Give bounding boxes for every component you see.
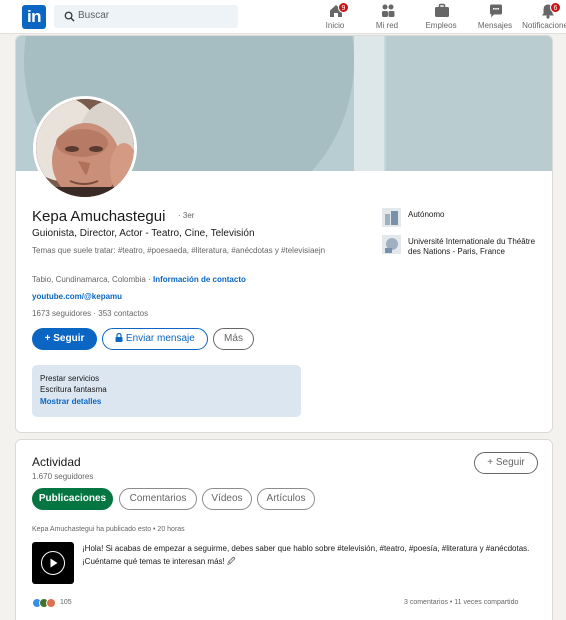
- search-icon: [64, 11, 75, 22]
- nav-item-notifications[interactable]: 6 Notificaciones: [522, 2, 566, 33]
- contact-info-link[interactable]: Información de contacto: [153, 275, 246, 284]
- connections-count[interactable]: · 353 contactos: [93, 309, 148, 318]
- post-video-thumbnail[interactable]: [32, 542, 74, 584]
- activity-title: Actividad: [32, 455, 81, 469]
- school-logo-icon: [382, 235, 401, 254]
- linkedin-logo[interactable]: in: [22, 5, 46, 29]
- education-name: Université Internationale du Théâtre des…: [408, 237, 536, 256]
- follow-button[interactable]: + Seguir: [32, 328, 97, 350]
- message-button-label: Enviar mensaje: [125, 333, 195, 344]
- message-button[interactable]: Enviar mensaje: [102, 328, 208, 350]
- play-icon: [41, 551, 65, 575]
- tab-videos[interactable]: Vídeos: [202, 488, 252, 510]
- notifications-badge: 6: [550, 2, 561, 13]
- search-input[interactable]: Buscar: [54, 5, 238, 28]
- love-reaction-icon: [46, 598, 56, 608]
- followers-count[interactable]: 1673 seguidores: [32, 309, 91, 318]
- services-title: Prestar servicios: [40, 374, 100, 383]
- chat-icon: [490, 4, 502, 18]
- website-link[interactable]: youtube.com/@kepamu: [32, 292, 122, 301]
- profile-avatar[interactable]: [33, 96, 137, 200]
- connection-degree: · 3er: [178, 211, 195, 220]
- tab-comentarios[interactable]: Comentarios: [119, 488, 197, 510]
- activity-follow-button[interactable]: + Seguir: [474, 452, 538, 474]
- profile-stats: 1673 seguidores · 353 contactos: [32, 309, 148, 318]
- location-text: Tabio, Cundinamarca, Colombia ·: [32, 275, 151, 284]
- nav-item-network[interactable]: Mi red: [362, 3, 412, 33]
- reactions-count: 105: [60, 599, 72, 606]
- experience-name: Autónomo: [408, 210, 445, 219]
- post-text[interactable]: ¡Hola! Si acabas de empezar a seguirme, …: [82, 542, 540, 568]
- profile-location: Tabio, Cundinamarca, Colombia · Informac…: [32, 275, 246, 284]
- network-icon: [382, 4, 395, 17]
- nav-item-messages[interactable]: Mensajes: [470, 3, 520, 33]
- more-button[interactable]: Más: [213, 328, 254, 350]
- profile-headline: Guionista, Director, Actor - Teatro, Cin…: [32, 228, 255, 239]
- company-logo-icon: [382, 208, 401, 227]
- top-nav: in Buscar 9 Inicio Mi red Empleos Mensaj…: [0, 0, 566, 34]
- nav-item-jobs[interactable]: Empleos: [416, 3, 466, 33]
- nav-item-home[interactable]: 9 Inicio: [310, 2, 360, 33]
- lock-icon: [115, 332, 123, 342]
- profile-card: Kepa Amuchastegui · 3er Guionista, Direc…: [15, 35, 553, 433]
- profile-photo: [36, 99, 134, 197]
- briefcase-icon: [435, 3, 449, 17]
- tab-publicaciones[interactable]: Publicaciones: [32, 488, 113, 510]
- nav-label-notifications: Notificaciones: [522, 21, 566, 30]
- show-details-link[interactable]: Mostrar detalles: [40, 397, 101, 406]
- nav-label-jobs: Empleos: [425, 21, 457, 30]
- profile-topics: Temas que suele tratar: #teatro, #poesae…: [32, 246, 326, 255]
- tab-articulos[interactable]: Artículos: [257, 488, 315, 510]
- activity-card: Actividad 1.670 seguidores + Seguir Publ…: [15, 439, 553, 620]
- profile-name: Kepa Amuchastegui: [32, 208, 166, 225]
- post-meta: Kepa Amuchastegui ha publicado esto • 20…: [32, 526, 185, 533]
- activity-followers: 1.670 seguidores: [32, 472, 94, 481]
- home-badge: 9: [338, 2, 349, 13]
- nav-label-network: Mi red: [375, 21, 399, 30]
- search-placeholder: Buscar: [78, 10, 110, 21]
- services-item: Escritura fantasma: [40, 385, 107, 394]
- services-box: Prestar servicios Escritura fantasma Mos…: [32, 365, 301, 417]
- post-stats[interactable]: 3 comentarios • 11 veces compartido: [404, 599, 518, 606]
